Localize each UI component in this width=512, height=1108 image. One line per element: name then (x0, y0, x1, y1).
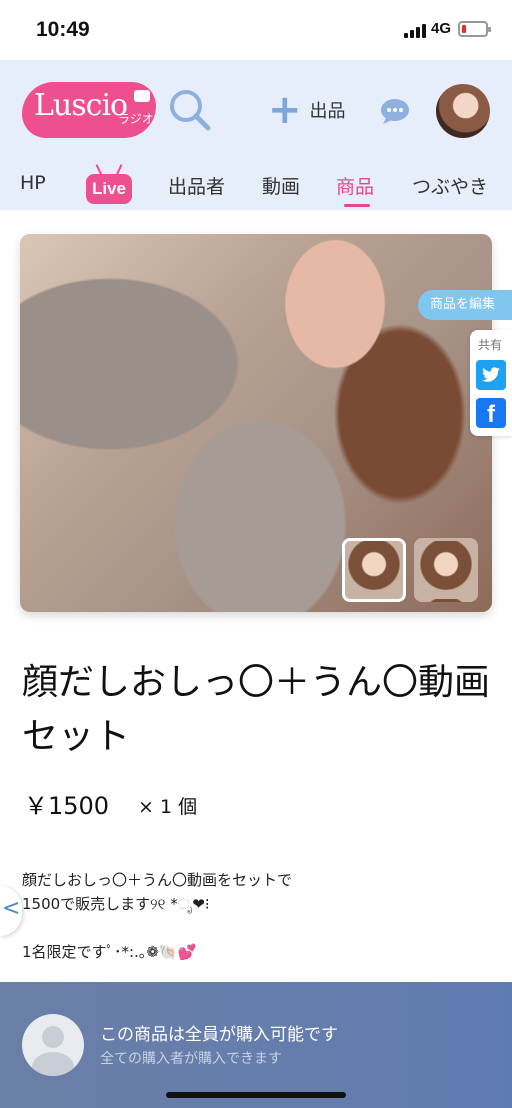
product-title: 顔だしおしっ〇＋うん〇動画セット (22, 662, 491, 757)
twitter-icon[interactable] (476, 360, 506, 390)
tab-sellers[interactable]: 出品者 (168, 172, 225, 199)
purchase-availability-title: この商品は全員が購入可能です (100, 1025, 338, 1045)
search-icon[interactable] (168, 88, 212, 132)
logo-subtext: ラジオ (118, 112, 154, 126)
tab-videos[interactable]: 動画 (262, 172, 300, 199)
home-indicator[interactable] (166, 1092, 346, 1098)
tab-hp[interactable]: HP (20, 172, 46, 194)
network-type: 4G (431, 20, 452, 37)
share-label: 共有 (478, 338, 503, 352)
category-tabs: HP Live 出品者 動画 商品 つぶやき (0, 164, 512, 210)
default-avatar-icon (22, 1014, 84, 1076)
plus-icon: + (268, 87, 302, 133)
app-logo[interactable]: Luscio ラジオ (22, 82, 156, 138)
product-description: 顔だしおしっ〇＋うん〇動画をセットで 1500で販売します୨୧ *ೃ❤︎⁝ 1名… (22, 871, 293, 961)
tv-icon (134, 90, 150, 102)
clock: 10:49 (36, 18, 90, 41)
tab-live[interactable]: Live (86, 164, 132, 204)
edit-product-button[interactable]: 商品を編集 (418, 290, 512, 320)
chat-bubble-icon[interactable] (380, 98, 410, 124)
user-avatar[interactable] (436, 84, 490, 138)
purchase-availability-subtitle: 全ての購入者が購入できます (100, 1051, 282, 1067)
back-arrow-button[interactable]: < (0, 886, 22, 936)
post-item-label: 出品 (309, 101, 346, 122)
product-thumbnail[interactable] (342, 538, 406, 602)
tab-products[interactable]: 商品 (336, 172, 374, 199)
share-panel: 共有 f (470, 330, 512, 436)
active-tab-indicator (344, 204, 370, 207)
tab-tweets[interactable]: つぶやき (412, 172, 488, 199)
signal-icon (404, 22, 428, 38)
facebook-icon[interactable]: f (476, 398, 506, 428)
purchase-footer: この商品は全員が購入可能です 全ての購入者が購入できます (0, 982, 512, 1108)
status-bar: 10:49 4G (0, 0, 512, 60)
product-thumbnail[interactable] (414, 538, 478, 602)
post-item-button[interactable]: + 出品 (268, 90, 346, 130)
app-header: Luscio ラジオ + 出品 HP Live 出品者 動画 商品 つぶやき (0, 60, 512, 210)
logo-text: Luscio (34, 88, 128, 123)
product-price: ￥1500 (24, 792, 110, 820)
live-label: Live (86, 174, 132, 204)
product-quantity: × 1 個 (138, 796, 198, 818)
battery-icon (458, 21, 491, 37)
